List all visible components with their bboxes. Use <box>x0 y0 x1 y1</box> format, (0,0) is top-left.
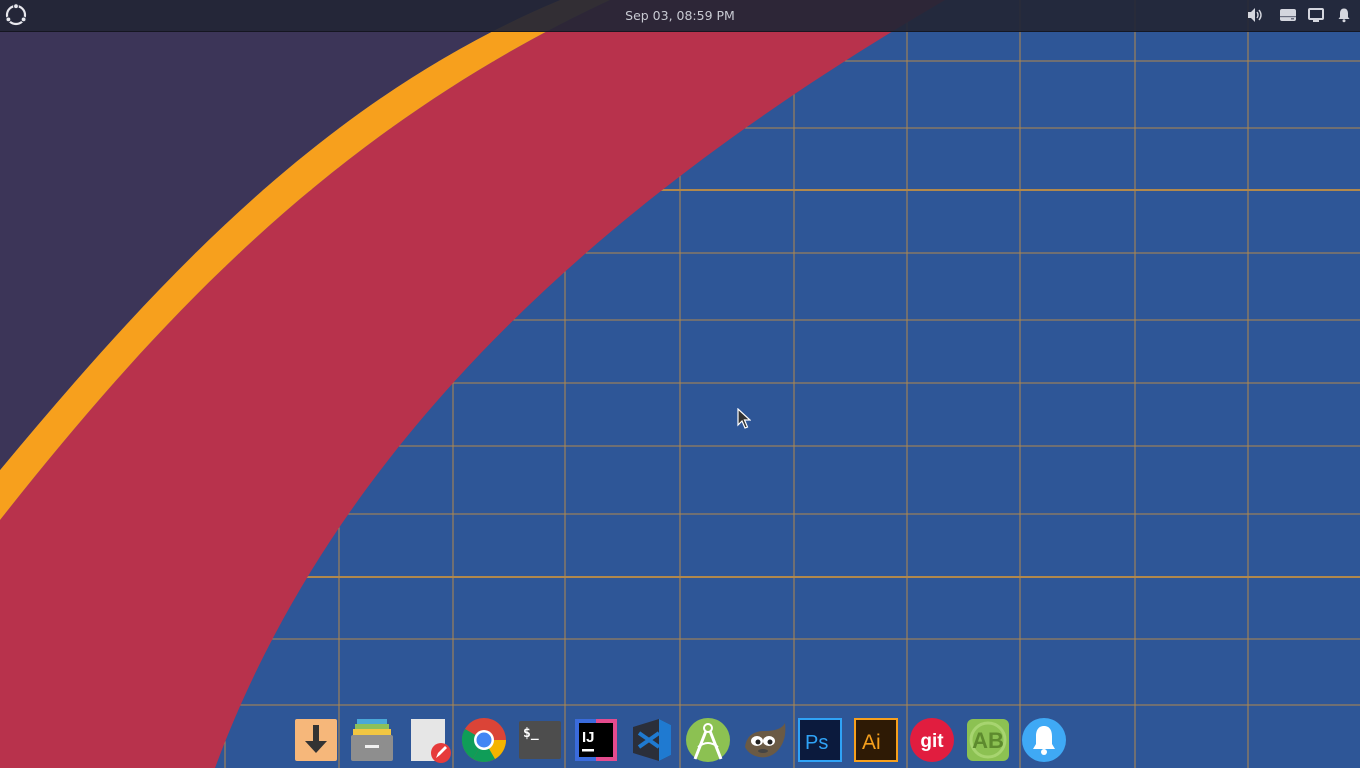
bell-icon <box>1022 718 1066 762</box>
android-studio-launcher[interactable] <box>684 716 732 764</box>
display-icon[interactable] <box>1305 5 1327 25</box>
vscode-launcher[interactable] <box>628 716 676 764</box>
illustrator-label: Ai <box>862 731 881 754</box>
ubuntu-logo-icon[interactable] <box>4 3 28 27</box>
terminal-label: $_ <box>523 726 539 741</box>
intellij-launcher[interactable]: IJ <box>572 716 620 764</box>
photoshop-label: Ps <box>805 732 828 754</box>
download-arrow-icon <box>295 719 337 761</box>
clock[interactable]: Sep 03, 08:59 PM <box>625 8 735 23</box>
chrome-icon <box>461 718 506 762</box>
intellij-label: IJ <box>582 729 595 746</box>
illustrator-launcher[interactable]: Ai <box>852 716 900 764</box>
volume-icon[interactable] <box>1244 5 1266 25</box>
photoshop-icon: Ps <box>798 718 842 762</box>
appbuilder-label: AB <box>972 728 1004 753</box>
file-manager-icon <box>351 719 393 761</box>
terminal-icon: $_ <box>519 721 561 759</box>
drive-icon[interactable] <box>1277 5 1299 25</box>
downloads-launcher[interactable] <box>292 716 340 764</box>
chrome-launcher[interactable] <box>460 716 508 764</box>
top-panel: Sep 03, 08:59 PM <box>0 0 1360 32</box>
git-label: git <box>920 731 944 752</box>
intellij-icon: IJ <box>575 719 617 761</box>
text-editor-launcher[interactable] <box>404 716 452 764</box>
text-editor-icon <box>411 719 451 763</box>
wallpaper <box>0 0 1360 768</box>
android-studio-icon <box>686 718 730 762</box>
illustrator-icon: Ai <box>854 718 898 762</box>
files-launcher[interactable] <box>348 716 396 764</box>
gimp-icon <box>745 723 786 758</box>
photoshop-launcher[interactable]: Ps <box>796 716 844 764</box>
ab-icon: AB <box>967 719 1009 761</box>
git-launcher[interactable]: git <box>908 716 956 764</box>
dock: $_ IJ Ps Ai git AB <box>288 712 1072 768</box>
appbuilder-launcher[interactable]: AB <box>964 716 1012 764</box>
clock-container: Sep 03, 08:59 PM <box>0 0 1360 31</box>
vscode-icon <box>633 719 671 761</box>
notifications-bell-icon[interactable] <box>1333 5 1355 25</box>
git-icon: git <box>910 718 954 762</box>
gimp-launcher[interactable] <box>740 716 788 764</box>
notifications-launcher[interactable] <box>1020 716 1068 764</box>
terminal-launcher[interactable]: $_ <box>516 716 564 764</box>
desktop[interactable]: Sep 03, 08:59 PM $_ IJ Ps Ai git AB <box>0 0 1360 768</box>
